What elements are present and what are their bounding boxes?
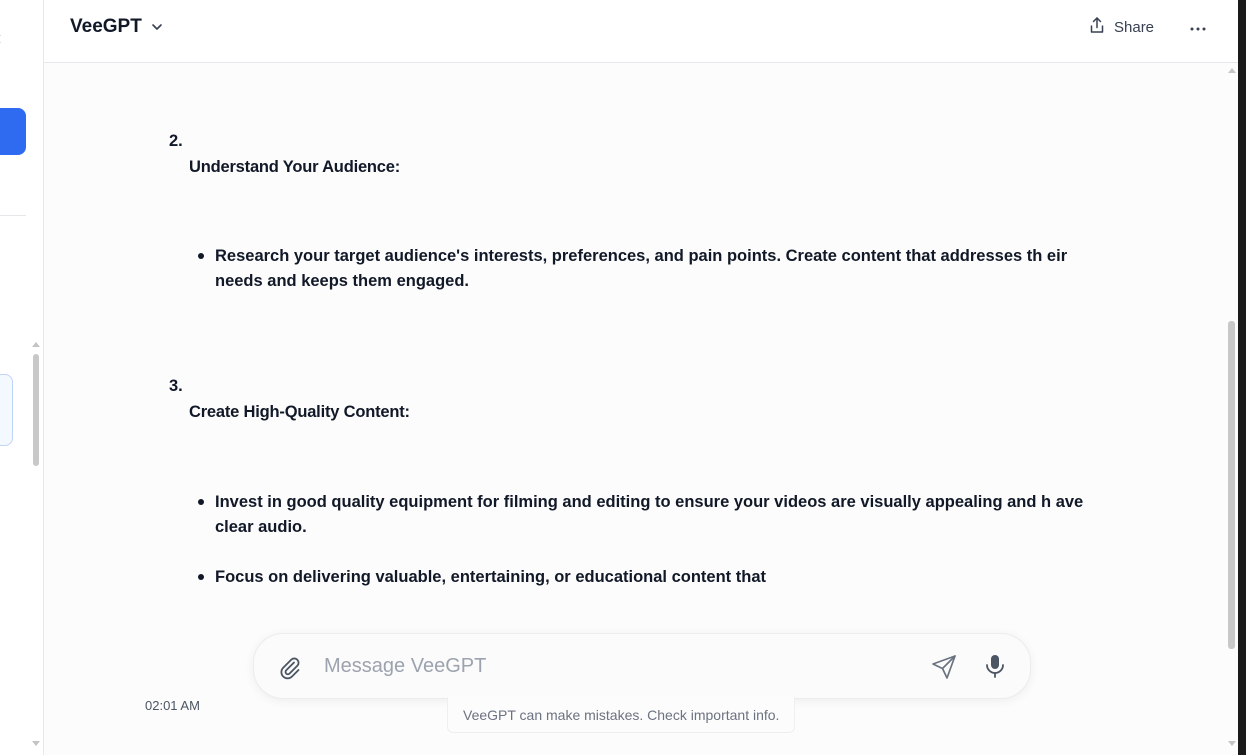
- sidebar-divider: [0, 215, 26, 216]
- sidebar-scrollbar-thumb[interactable]: [33, 354, 39, 466]
- window-edge: [1238, 0, 1246, 755]
- disclaimer-text: VeeGPT can make mistakes. Check importan…: [447, 697, 796, 733]
- sidebar-chat-item-active[interactable]: [0, 374, 13, 446]
- model-selector[interactable]: VeeGPT: [70, 14, 164, 40]
- share-label: Share: [1114, 18, 1155, 36]
- sidebar-scroll-down-arrow[interactable]: [32, 741, 40, 746]
- chat-scroll-up-arrow[interactable]: [1228, 68, 1236, 73]
- list-bullet: Focus on delivering valuable, entertaini…: [198, 565, 1115, 590]
- sidebar-scroll-up-arrow[interactable]: [32, 342, 40, 347]
- chat-header: VeeGPT Share: [44, 0, 1238, 63]
- list-heading: Understand Your Audience:: [189, 158, 401, 176]
- sidebar: [0, 0, 44, 755]
- send-icon[interactable]: [930, 653, 958, 681]
- list-number: 3.: [169, 377, 183, 395]
- share-button[interactable]: Share: [1088, 14, 1154, 40]
- list-heading: Create High-Quality Content:: [189, 403, 410, 421]
- list-number: 2.: [169, 132, 183, 150]
- chat-scrollbar-thumb[interactable]: [1228, 321, 1235, 649]
- model-name: VeeGPT: [70, 16, 142, 37]
- share-icon: [1088, 16, 1106, 38]
- message-input[interactable]: [322, 648, 902, 684]
- more-options-button[interactable]: [1186, 15, 1210, 39]
- message-composer: [253, 633, 1031, 699]
- list-bullet: Research your target audience's interest…: [198, 244, 1115, 293]
- microphone-icon[interactable]: [982, 652, 1008, 680]
- close-sidebar-icon[interactable]: [0, 30, 6, 48]
- more-horizontal-icon: [1190, 18, 1206, 36]
- paperclip-icon[interactable]: [278, 653, 306, 681]
- chevron-down-icon: [150, 20, 164, 34]
- chat-scroll-down-arrow[interactable]: [1228, 741, 1236, 746]
- new-chat-button[interactable]: [0, 108, 26, 155]
- chat-area: 2. Understand Your Audience: Research yo…: [44, 63, 1238, 755]
- list-bullet: Invest in good quality equipment for fil…: [198, 490, 1115, 539]
- message-timestamp: 02:01 AM: [145, 698, 200, 713]
